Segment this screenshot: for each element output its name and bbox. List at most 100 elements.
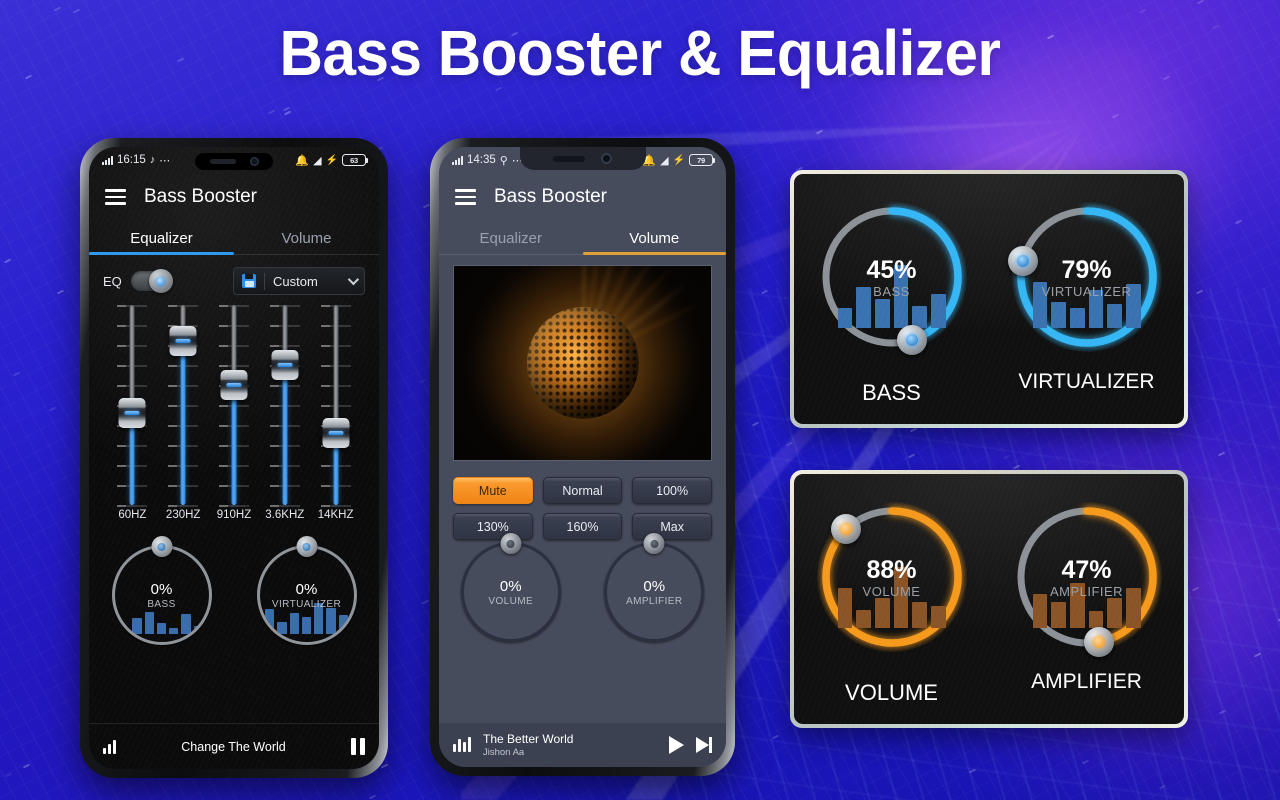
knob-amplifier[interactable]: 0% AMPLIFIER <box>604 542 704 642</box>
dial[interactable]: 45% BASS <box>817 202 967 352</box>
battery-indicator: 63 <box>342 154 366 166</box>
eq-toggle-switch[interactable] <box>131 271 173 291</box>
gauge-amplifier[interactable]: 47% AMPLIFIER AMPLIFIER <box>989 474 1184 724</box>
dial[interactable]: 88% VOLUME <box>817 502 967 652</box>
dial-caption: VIRTUALIZER <box>989 370 1184 394</box>
equalizer-bars-icon[interactable] <box>453 738 471 752</box>
volume-button-max[interactable]: Max <box>632 513 712 540</box>
front-camera-icon <box>601 153 612 164</box>
gauge-volume[interactable]: 88% VOLUME VOLUME <box>794 474 989 724</box>
wifi-icon: ◢ <box>313 154 321 167</box>
gauge-row-top: 45% BASS BASS 79% VIRTUALIZER VIRTUALIZER <box>794 174 1184 424</box>
dial-handle[interactable] <box>897 325 927 355</box>
knob-bass[interactable]: 0% BASS <box>112 545 212 645</box>
slider-thumb[interactable] <box>119 398 146 428</box>
wifi-icon: ◢ <box>660 154 668 167</box>
dial-readout: 79% VIRTUALIZER <box>1012 202 1162 352</box>
chevron-down-icon[interactable] <box>348 274 359 285</box>
dial-inner-label: VOLUME <box>863 584 921 599</box>
dial-arc <box>817 202 967 352</box>
slider-fill <box>282 365 287 505</box>
eq-slider-14khz[interactable] <box>310 305 361 505</box>
dial-caption: VOLUME <box>794 680 989 706</box>
phone2-knob-row: 0% VOLUME 0% AMPLIFIER <box>439 542 726 642</box>
eq-slider-230hz[interactable] <box>158 305 209 505</box>
dial-handle[interactable] <box>1084 627 1114 657</box>
now-playing-artist: Jishon Aa <box>483 747 657 758</box>
knob-handle[interactable] <box>151 536 172 557</box>
panel-inner: 45% BASS BASS 79% VIRTUALIZER VIRTUALIZER <box>794 174 1184 424</box>
tab-equalizer[interactable]: Equalizer <box>89 221 234 255</box>
dial-readout: 88% VOLUME <box>817 502 967 652</box>
charging-bolt-icon: ⚡ <box>673 155 685 166</box>
hamburger-menu-icon[interactable] <box>455 189 476 204</box>
dial-readout: 45% BASS <box>817 202 967 352</box>
pause-icon[interactable] <box>351 738 365 755</box>
dial-percent: 88% <box>866 556 916 585</box>
eq-freq-label: 910HZ <box>209 509 260 521</box>
phone1-player-bar: Change The World <box>89 723 379 769</box>
knob-handle[interactable] <box>644 533 665 554</box>
volume-button-normal[interactable]: Normal <box>543 477 623 504</box>
dial-bar-visualizer <box>1033 262 1141 328</box>
next-track-icon[interactable] <box>696 737 713 753</box>
gauge-bass[interactable]: 45% BASS BASS <box>794 174 989 424</box>
slider-fill <box>231 385 236 505</box>
phone2-screen: 14:35 ⚲ ⋯ 🔔 ◢ ⚡ 79 Bass Booster Equalize… <box>439 147 726 767</box>
knob-readout: 0% AMPLIFIER <box>604 542 704 642</box>
phone2-player-bar: The Better World Jishon Aa <box>439 723 726 767</box>
eq-slider-910hz[interactable] <box>209 305 260 505</box>
floppy-save-icon[interactable] <box>242 274 256 288</box>
dial[interactable]: 47% AMPLIFIER <box>1012 502 1162 652</box>
phone-mockup-equalizer: 16:15 ♪ ⋯ 🔔 ◢ ⚡ 63 Bass Booster Equalize… <box>80 138 388 778</box>
phone2-notch <box>520 147 646 170</box>
tab-volume[interactable]: Volume <box>234 221 379 255</box>
phone2-app-bar: Bass Booster <box>439 175 726 219</box>
knob-readout: 0% BASS <box>112 545 212 645</box>
dial-handle[interactable] <box>1008 246 1038 276</box>
knob-label: BASS <box>147 599 175 610</box>
eq-slider-60hz[interactable] <box>107 305 158 505</box>
panel-volume-amplifier: 88% VOLUME VOLUME 47% AMPLIFIER AMPLIFIER <box>790 470 1188 728</box>
tab-volume[interactable]: Volume <box>583 221 727 255</box>
tab-equalizer[interactable]: Equalizer <box>439 221 583 255</box>
knob-handle[interactable] <box>296 536 317 557</box>
knob-readout: 0% VIRTUALIZER <box>257 545 357 645</box>
volume-button-160[interactable]: 160% <box>543 513 623 540</box>
knob-label: VIRTUALIZER <box>272 599 341 610</box>
app-title: Bass Booster <box>494 186 607 208</box>
knob-volume[interactable]: 0% VOLUME <box>461 542 561 642</box>
panel-inner: 88% VOLUME VOLUME 47% AMPLIFIER AMPLIFIER <box>794 474 1184 724</box>
gauge-virtualizer[interactable]: 79% VIRTUALIZER VIRTUALIZER <box>989 174 1184 424</box>
equalizer-sliders <box>107 305 361 505</box>
play-icon[interactable] <box>669 736 684 754</box>
preset-divider <box>264 273 265 290</box>
dial[interactable]: 79% VIRTUALIZER <box>1012 202 1162 352</box>
slider-thumb[interactable] <box>322 418 349 448</box>
hamburger-menu-icon[interactable] <box>105 189 126 204</box>
app-title: Bass Booster <box>144 186 257 208</box>
equalizer-bars-icon[interactable] <box>103 740 116 754</box>
knob-label: AMPLIFIER <box>626 596 682 607</box>
phone1-notch <box>195 153 273 170</box>
slider-thumb[interactable] <box>220 370 247 400</box>
knob-handle[interactable] <box>500 533 521 554</box>
eq-slider-3.6khz[interactable] <box>259 305 310 505</box>
dial-arc <box>817 502 967 652</box>
preset-selector[interactable]: Custom <box>233 267 365 295</box>
phone1-tabs: Equalizer Volume <box>89 221 379 255</box>
knob-virtualizer[interactable]: 0% VIRTUALIZER <box>257 545 357 645</box>
slider-thumb[interactable] <box>170 326 197 356</box>
front-camera-icon <box>250 157 259 166</box>
knob-label: VOLUME <box>488 596 533 607</box>
volume-button-mute[interactable]: Mute <box>453 477 533 504</box>
slider-thumb[interactable] <box>271 350 298 380</box>
volume-button-130[interactable]: 130% <box>453 513 533 540</box>
slider-fill <box>181 341 186 505</box>
more-dots-icon: ⋯ <box>159 154 171 167</box>
dial-handle[interactable] <box>831 514 861 544</box>
status-time: 14:35 <box>467 154 496 166</box>
music-note-icon: ♪ <box>150 154 156 166</box>
dial-percent: 79% <box>1061 256 1111 285</box>
volume-button-100[interactable]: 100% <box>632 477 712 504</box>
